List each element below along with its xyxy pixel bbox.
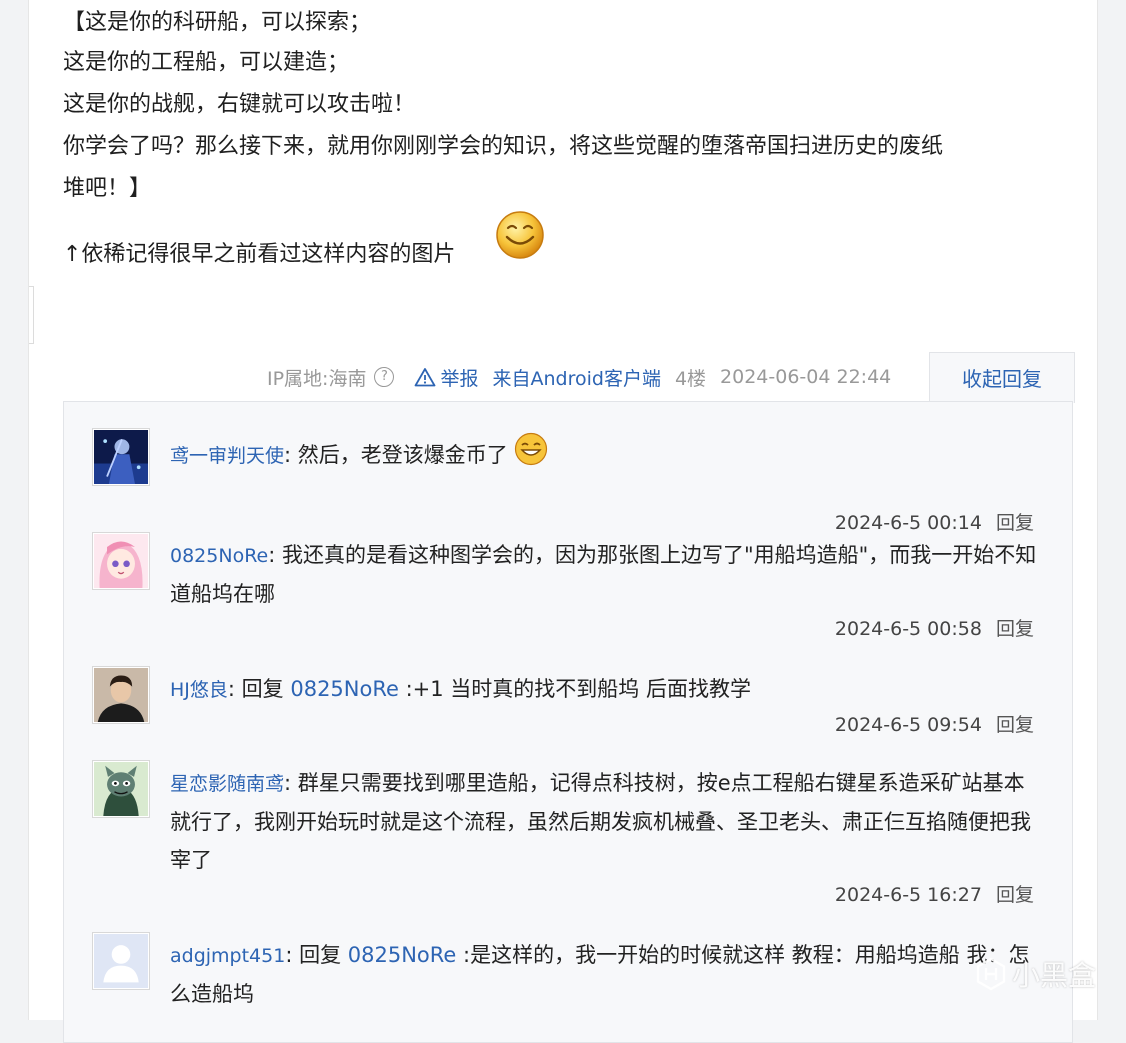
heybox-logo-icon [976, 957, 1006, 991]
report-label: 举报 [440, 367, 479, 390]
avatar[interactable] [92, 532, 150, 590]
grin-emoji-icon [515, 432, 548, 466]
reply-username[interactable]: 0825NoRe [170, 545, 268, 567]
reply-time: 2024-6-5 09:54 [834, 714, 982, 736]
reply-text: 0825NoRe: 我还真的是看这种图学会的，因为那张图上边写了"用船坞造船"，… [170, 536, 1040, 613]
reply-button[interactable]: 回复 [996, 512, 1034, 534]
photo-avatar-icon [94, 668, 148, 722]
reply-item: HJ悠良: 回复 0825NoRe :+1 当时真的找不到船坞 后面找教学 20… [92, 666, 1052, 756]
reply-content: :+1 当时真的找不到船坞 后面找教学 [398, 677, 751, 701]
watermark-text: 小黑盒 [1011, 959, 1096, 992]
reply-prefix: : 回复 [227, 677, 291, 701]
reply-footer: 2024-6-5 16:27 回复 [835, 880, 1034, 907]
warning-icon [415, 368, 436, 387]
post-page: 【这是你的科研船，可以探索； 这是你的工程船，可以建造； 这是你的战舰，右键就可… [28, 0, 1098, 1043]
reply-mention[interactable]: 0825NoRe [290, 677, 399, 701]
reply-panel: 鸢一审判天使: 然后，老登该爆金币了 2024-6-5 00:14 回复 082… [63, 401, 1073, 1043]
reply-prefix: : 回复 [285, 943, 348, 967]
ip-location: IP属地:海南 [267, 367, 367, 390]
reply-mention[interactable]: 0825NoRe [348, 943, 457, 967]
reply-username[interactable]: 星恋影随南鸢 [170, 773, 284, 795]
cartoon-cat-avatar-icon [94, 762, 148, 816]
post-time: 2024-06-04 22:44 [720, 366, 892, 388]
reply-button[interactable]: 回复 [996, 618, 1034, 640]
reply-username[interactable]: 鸢一审判天使 [170, 445, 284, 467]
reply-username[interactable]: HJ悠良 [170, 679, 228, 701]
default-avatar-icon [94, 934, 148, 988]
post-line: 【这是你的科研船，可以探索； [63, 10, 372, 35]
reply-content: : 然后，老登该爆金币了 [284, 443, 508, 467]
reply-text: 鸢一审判天使: 然后，老登该爆金币了 [170, 432, 1040, 475]
post-meta: IP属地:海南 ? 举报 来自Android客户端 4楼 2024-06-04 … [267, 362, 891, 392]
anime-dark-avatar-icon [94, 430, 148, 484]
reply-footer: 2024-6-5 00:14 回复 [835, 508, 1034, 535]
post-line: 这是你的战舰，右键就可以攻击啦！ [63, 92, 416, 117]
reply-time: 2024-6-5 00:58 [834, 618, 982, 640]
help-icon[interactable]: ? [374, 367, 395, 387]
reply-text: HJ悠良: 回复 0825NoRe :+1 当时真的找不到船坞 后面找教学 [170, 670, 1040, 709]
reply-content: : 群星只需要找到哪里造船，记得点科技树，按e点工程船右键星系造采矿站基本就行了… [170, 771, 1031, 872]
post-line: ↑依稀记得很早之前看过这样内容的图片 [63, 242, 456, 267]
reply-content: : 我还真的是看这种图学会的，因为那张图上边写了"用船坞造船"，而我一开始不知道… [170, 543, 1037, 606]
reply-username[interactable]: adgjmpt451 [170, 945, 285, 967]
avatar[interactable] [92, 932, 150, 990]
smile-emoji-icon [496, 211, 544, 259]
reply-item: 鸢一审判天使: 然后，老登该爆金币了 2024-6-5 00:14 回复 [92, 428, 1052, 538]
side-tab[interactable] [29, 286, 34, 344]
reply-item: 星恋影随南鸢: 群星只需要找到哪里造船，记得点科技树，按e点工程船右键星系造采矿… [92, 760, 1052, 920]
reply-footer: 2024-6-5 09:54 回复 [835, 710, 1034, 737]
floor-number: 4楼 [674, 367, 707, 390]
watermark: 小黑盒 [974, 954, 1096, 994]
post-line: 堆吧！】 [63, 176, 152, 201]
avatar[interactable] [92, 666, 150, 724]
reply-time: 2024-6-5 16:27 [834, 884, 982, 906]
collapse-replies-button[interactable]: 收起回复 [929, 352, 1075, 403]
post-line: 这是你的工程船，可以建造； [63, 50, 350, 75]
client-source[interactable]: 来自Android客户端 [492, 364, 660, 391]
reply-time: 2024-6-5 00:14 [834, 512, 982, 534]
anime-pink-avatar-icon [94, 534, 148, 588]
reply-text: adgjmpt451: 回复 0825NoRe :是这样的，我一开始的时候就这样… [170, 936, 1040, 1013]
reply-item: adgjmpt451: 回复 0825NoRe :是这样的，我一开始的时候就这样… [92, 932, 1052, 1042]
reply-text: 星恋影随南鸢: 群星只需要找到哪里造船，记得点科技树，按e点工程船右键星系造采矿… [170, 764, 1040, 879]
reply-footer: 2024-6-5 00:58 回复 [835, 614, 1034, 641]
avatar[interactable] [92, 428, 150, 486]
reply-button[interactable]: 回复 [996, 884, 1034, 906]
report-button[interactable]: 举报 [414, 364, 478, 391]
avatar[interactable] [92, 760, 150, 818]
post-line: 你学会了吗？那么接下来，就用你刚刚学会的知识，将这些觉醒的堕落帝国扫进历史的废纸 [63, 134, 944, 159]
reply-item: 0825NoRe: 我还真的是看这种图学会的，因为那张图上边写了"用船坞造船"，… [92, 532, 1052, 662]
reply-button[interactable]: 回复 [996, 714, 1034, 736]
